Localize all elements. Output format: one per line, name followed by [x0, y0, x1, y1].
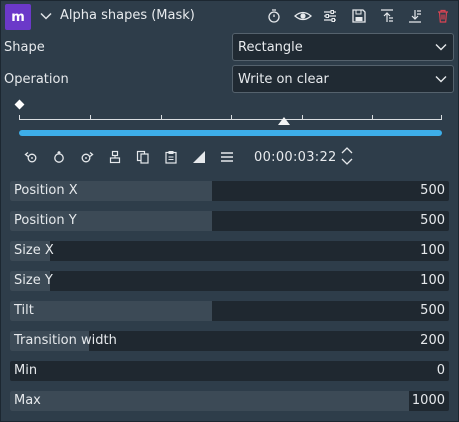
slider-tilt[interactable]: Tilt 500 — [10, 301, 449, 321]
operation-select[interactable]: Write on clear — [232, 65, 454, 93]
add-keyframe-icon[interactable] — [51, 149, 67, 165]
slider-label: Min — [14, 363, 38, 378]
slider-label: Tilt — [14, 303, 34, 318]
move-down-icon[interactable] — [406, 7, 424, 25]
shape-select[interactable]: Rectangle — [232, 33, 454, 61]
ruler-tick — [441, 115, 442, 120]
operation-label: Operation — [4, 72, 69, 87]
timer-icon[interactable] — [265, 7, 283, 25]
effect-badge[interactable]: m — [5, 4, 31, 30]
slider-min[interactable]: Min 0 — [10, 361, 449, 381]
copy-icon[interactable] — [135, 149, 151, 165]
chevron-down-icon — [435, 43, 447, 51]
effect-title: Alpha shapes (Mask) — [60, 8, 195, 23]
keyframe-marker[interactable] — [14, 99, 25, 110]
chevron-down-icon — [435, 75, 447, 83]
shape-label: Shape — [4, 40, 45, 55]
ruler-tick — [302, 115, 303, 120]
slider-label: Position Y — [14, 213, 77, 228]
ruler-tick — [161, 115, 162, 120]
save-icon[interactable] — [350, 7, 368, 25]
operation-value: Write on clear — [238, 72, 329, 87]
slider-size-y[interactable]: Size Y 100 — [10, 271, 449, 291]
timeline-zone-bar[interactable] — [19, 130, 442, 136]
playhead-marker[interactable] — [278, 117, 290, 125]
timecode-field[interactable]: 00:00:03:22 — [254, 150, 337, 165]
slider-value: 200 — [420, 333, 445, 348]
slider-label: Size Y — [14, 273, 53, 288]
slider-size-x[interactable]: Size X 100 — [10, 241, 449, 261]
slider-value: 1000 — [411, 393, 445, 408]
slider-value: 500 — [420, 303, 445, 318]
ruler-tick — [231, 115, 232, 120]
chevron-down-icon[interactable] — [39, 9, 53, 23]
slider-value: 500 — [420, 213, 445, 228]
align-icon[interactable] — [107, 149, 123, 165]
interpolation-icon[interactable] — [191, 149, 207, 165]
eye-icon[interactable] — [294, 7, 312, 25]
next-keyframe-icon[interactable] — [79, 149, 95, 165]
timecode-spin-icon[interactable] — [340, 146, 354, 166]
ruler-tick — [19, 115, 20, 120]
ruler-tick — [372, 115, 373, 120]
slider-fill — [10, 301, 212, 321]
slider-position-x[interactable]: Position X 500 — [10, 181, 449, 201]
slider-value: 100 — [420, 273, 445, 288]
previous-keyframe-icon[interactable] — [23, 149, 39, 165]
slider-value: 500 — [420, 183, 445, 198]
sliders-icon[interactable] — [321, 7, 339, 25]
menu-icon[interactable] — [219, 149, 235, 165]
slider-label: Max — [14, 393, 41, 408]
slider-label: Size X — [14, 243, 54, 258]
slider-fill — [10, 391, 410, 411]
paste-icon[interactable] — [163, 149, 179, 165]
slider-value: 100 — [420, 243, 445, 258]
slider-value: 0 — [436, 363, 445, 378]
move-up-icon[interactable] — [378, 7, 396, 25]
slider-label: Position X — [14, 183, 78, 198]
delete-icon[interactable] — [434, 7, 452, 25]
slider-max[interactable]: Max 1000 — [10, 391, 449, 411]
effect-header: m Alpha shapes (Mask) — [1, 1, 458, 32]
slider-position-y[interactable]: Position Y 500 — [10, 211, 449, 231]
shape-value: Rectangle — [238, 40, 303, 55]
effect-panel: m Alpha shapes (Mask) Shape Rectangle Op… — [0, 0, 459, 422]
slider-label: Transition width — [14, 333, 117, 348]
slider-transition-width[interactable]: Transition width 200 — [10, 331, 449, 351]
ruler-tick — [90, 115, 91, 120]
